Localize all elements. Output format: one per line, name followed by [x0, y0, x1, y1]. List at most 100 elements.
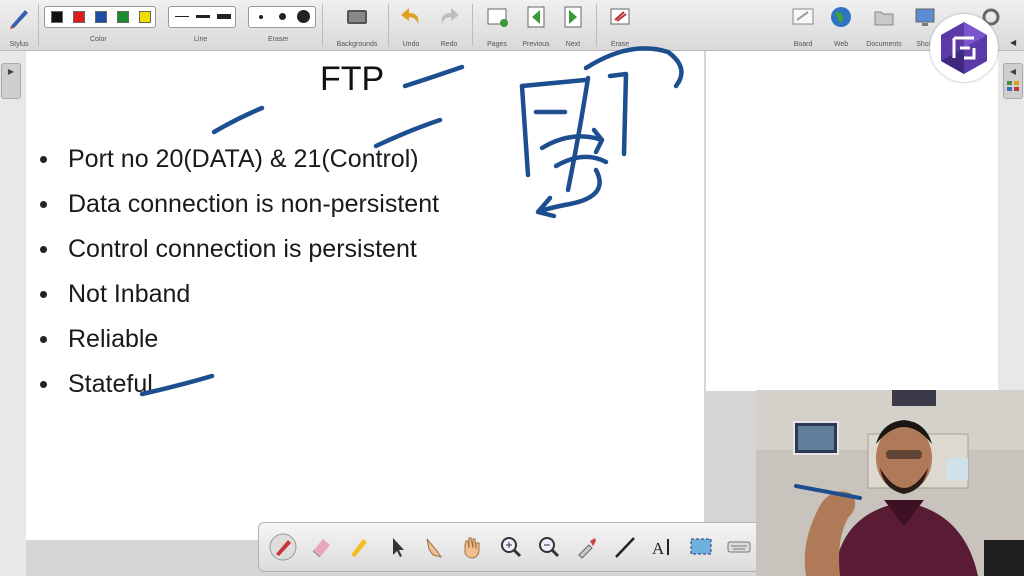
erase-icon — [610, 8, 630, 25]
line-thin-option[interactable] — [175, 16, 189, 17]
divider — [388, 4, 389, 46]
bullet-dot-icon — [40, 246, 47, 253]
gallery-icon — [1007, 81, 1019, 91]
line-icon[interactable] — [611, 533, 639, 561]
globe-icon — [831, 7, 851, 27]
backgrounds-button[interactable]: Backgrounds — [330, 2, 384, 48]
whiteboard-page-next[interactable] — [706, 51, 998, 391]
presenter-video-frame — [756, 390, 1024, 576]
eyedropper-icon[interactable] — [573, 533, 601, 561]
backgrounds-icon — [347, 10, 367, 24]
slide-title: FTP — [320, 60, 385, 98]
previous-label: Previous — [522, 41, 550, 48]
bullet-text: Reliable — [68, 325, 159, 353]
eraser-medium-option[interactable] — [279, 13, 286, 20]
next-button[interactable]: Next — [558, 2, 588, 48]
color-swatch-yellow[interactable] — [139, 11, 151, 23]
erase-button[interactable]: Erase — [604, 2, 636, 48]
keyboard-icon[interactable] — [725, 533, 753, 561]
divider — [596, 4, 597, 46]
color-swatch-blue[interactable] — [95, 11, 107, 23]
line-medium-option[interactable] — [196, 15, 210, 18]
bottom-tools-bar: A — [258, 522, 764, 572]
pages-label: Pages — [487, 41, 507, 48]
highlighter-eraser-icon[interactable] — [307, 533, 335, 561]
bullet-dot-icon — [40, 336, 47, 343]
divider — [472, 4, 473, 46]
zoom-out-icon[interactable] — [535, 533, 563, 561]
bullet-text: Control connection is persistent — [68, 235, 417, 263]
stylus-icon — [10, 10, 28, 29]
bullet-text: Port no 20(DATA) & 21(Control) — [68, 145, 419, 173]
erase-label: Erase — [610, 41, 630, 48]
pen-icon[interactable] — [269, 533, 297, 561]
undo-icon — [401, 8, 419, 24]
pages-button[interactable]: Pages — [480, 2, 514, 48]
bullet-dot-icon — [40, 381, 47, 388]
undo-button[interactable]: Undo — [396, 2, 426, 48]
line-label: Line — [194, 36, 208, 43]
color-swatch-green[interactable] — [117, 11, 129, 23]
line-width-group — [168, 6, 236, 28]
divider — [322, 4, 323, 46]
redo-label: Redo — [440, 41, 458, 48]
svg-text:A: A — [652, 539, 665, 558]
board-button[interactable]: Board — [788, 2, 818, 48]
bullet-item: Not Inband — [40, 275, 439, 320]
bullet-dot-icon — [40, 201, 47, 208]
hand-pointer-icon[interactable] — [419, 533, 447, 561]
bullet-text: Stateful — [68, 370, 153, 398]
stylus-label: Stylus — [9, 41, 29, 48]
bullet-item: Data connection is non-persistent — [40, 185, 439, 230]
eraser-label: Eraser — [268, 36, 289, 43]
previous-button[interactable]: Previous — [518, 2, 554, 48]
divider — [38, 4, 39, 46]
bullet-item: Stateful — [40, 365, 439, 410]
redo-button[interactable]: Redo — [434, 2, 464, 48]
documents-label: Documents — [866, 41, 902, 48]
line-thick-option[interactable] — [217, 14, 231, 19]
board-label: Board — [793, 41, 813, 48]
stylus-button[interactable]: Stylus — [4, 2, 34, 48]
left-panel-toggle[interactable]: ▶ — [1, 63, 21, 99]
color-label: Color — [90, 36, 107, 43]
bullet-list: Port no 20(DATA) & 21(Control) Data conn… — [40, 140, 439, 410]
zoom-in-icon[interactable] — [497, 533, 525, 561]
bullet-text: Not Inband — [68, 280, 191, 308]
bullet-item: Reliable — [40, 320, 439, 365]
web-label: Web — [833, 41, 849, 48]
channel-logo — [930, 14, 998, 82]
eraser-large-option[interactable] — [297, 10, 310, 23]
color-swatch-red[interactable] — [73, 11, 85, 23]
left-side-panel — [0, 51, 26, 576]
hexagon-logo-icon — [941, 22, 987, 74]
web-button[interactable]: Web — [826, 2, 856, 48]
color-swatch-black[interactable] — [51, 11, 63, 23]
redo-icon — [441, 8, 459, 24]
bullet-item: Control connection is persistent — [40, 230, 439, 275]
highlighter-icon[interactable] — [345, 533, 373, 561]
pointer-icon[interactable] — [383, 533, 411, 561]
previous-page-icon — [527, 6, 545, 28]
eraser-small-option[interactable] — [259, 15, 263, 19]
arrow-right-icon: ▶ — [7, 67, 15, 76]
eraser-size-group — [248, 6, 316, 28]
webcam-overlay — [756, 390, 1024, 576]
screen-capture-icon[interactable] — [687, 533, 715, 561]
bullet-item: Port no 20(DATA) & 21(Control) — [40, 140, 439, 185]
next-label: Next — [565, 41, 581, 48]
undo-label: Undo — [402, 41, 420, 48]
documents-button[interactable]: Documents — [862, 2, 906, 48]
pages-icon — [487, 8, 508, 27]
pan-hand-icon[interactable] — [457, 533, 485, 561]
right-panel-toggle[interactable]: ◀ — [1003, 63, 1023, 99]
color-palette — [44, 6, 156, 28]
bullet-text: Data connection is non-persistent — [68, 190, 440, 218]
toolbar-collapse-chevron-icon[interactable]: ◀ — [1010, 38, 1016, 47]
documents-icon — [874, 11, 894, 26]
board-icon — [792, 8, 814, 25]
arrow-left-icon: ◀ — [1009, 67, 1017, 76]
bullet-dot-icon — [40, 156, 47, 163]
text-icon[interactable]: A — [649, 533, 677, 561]
next-page-icon — [564, 6, 582, 28]
